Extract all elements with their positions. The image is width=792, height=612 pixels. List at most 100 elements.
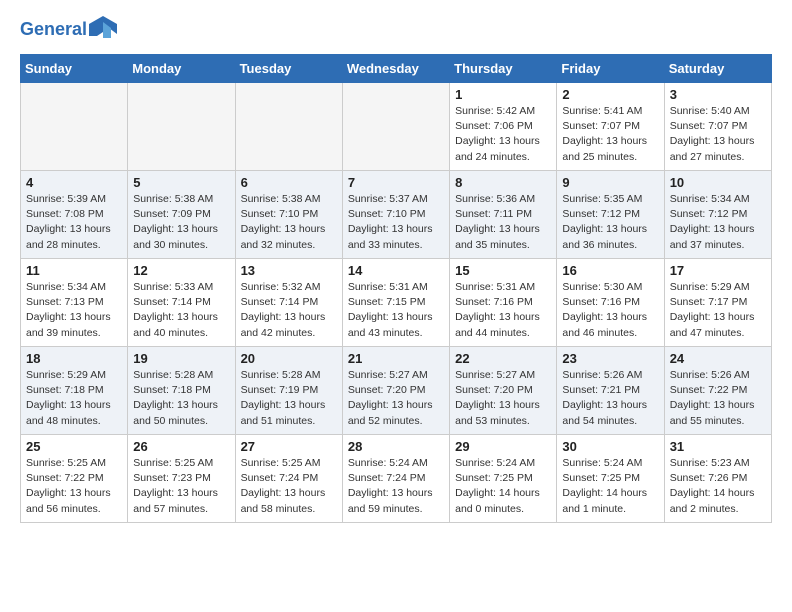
day-info: Sunrise: 5:34 AMSunset: 7:12 PMDaylight:…	[670, 192, 766, 253]
day-info: Sunrise: 5:24 AMSunset: 7:25 PMDaylight:…	[455, 456, 551, 517]
day-info: Sunrise: 5:25 AMSunset: 7:22 PMDaylight:…	[26, 456, 122, 517]
day-number: 8	[455, 175, 551, 190]
day-info: Sunrise: 5:37 AMSunset: 7:10 PMDaylight:…	[348, 192, 444, 253]
day-info: Sunrise: 5:31 AMSunset: 7:15 PMDaylight:…	[348, 280, 444, 341]
week-row-3: 11 Sunrise: 5:34 AMSunset: 7:13 PMDayligh…	[21, 259, 772, 347]
day-info: Sunrise: 5:34 AMSunset: 7:13 PMDaylight:…	[26, 280, 122, 341]
day-cell: 3 Sunrise: 5:40 AMSunset: 7:07 PMDaylight…	[664, 83, 771, 171]
day-cell: 9Sunrise: 5:35 AMSunset: 7:12 PMDaylight…	[557, 171, 664, 259]
day-number: 19	[133, 351, 229, 366]
day-cell: 10 Sunrise: 5:34 AMSunset: 7:12 PMDayligh…	[664, 171, 771, 259]
logo-text: General	[20, 20, 87, 40]
day-cell: 21Sunrise: 5:27 AMSunset: 7:20 PMDayligh…	[342, 347, 449, 435]
day-number: 12	[133, 263, 229, 278]
day-number: 21	[348, 351, 444, 366]
day-number: 20	[241, 351, 337, 366]
day-info: Sunrise: 5:40 AMSunset: 7:07 PMDaylight:…	[670, 104, 766, 165]
day-cell: 2 Sunrise: 5:41 AMSunset: 7:07 PMDaylight…	[557, 83, 664, 171]
day-cell: 19 Sunrise: 5:28 AMSunset: 7:18 PMDayligh…	[128, 347, 235, 435]
day-info: Sunrise: 5:36 AMSunset: 7:11 PMDaylight:…	[455, 192, 551, 253]
day-number: 27	[241, 439, 337, 454]
day-number: 31	[670, 439, 766, 454]
day-number: 3	[670, 87, 766, 102]
day-cell: 8 Sunrise: 5:36 AMSunset: 7:11 PMDaylight…	[450, 171, 557, 259]
day-number: 9	[562, 175, 658, 190]
day-cell: 26 Sunrise: 5:25 AMSunset: 7:23 PMDayligh…	[128, 435, 235, 523]
day-info: Sunrise: 5:38 AMSunset: 7:09 PMDaylight:…	[133, 192, 229, 253]
day-number: 4	[26, 175, 122, 190]
day-cell: 11 Sunrise: 5:34 AMSunset: 7:13 PMDayligh…	[21, 259, 128, 347]
day-cell: 29 Sunrise: 5:24 AMSunset: 7:25 PMDayligh…	[450, 435, 557, 523]
day-number: 24	[670, 351, 766, 366]
day-info: Sunrise: 5:28 AMSunset: 7:19 PMDaylight:…	[241, 368, 337, 429]
logo: General	[20, 16, 117, 44]
weekday-tuesday: Tuesday	[235, 55, 342, 83]
day-number: 23	[562, 351, 658, 366]
day-cell: 17 Sunrise: 5:29 AMSunset: 7:17 PMDayligh…	[664, 259, 771, 347]
day-cell: 22 Sunrise: 5:27 AMSunset: 7:20 PMDayligh…	[450, 347, 557, 435]
week-row-4: 18Sunrise: 5:29 AMSunset: 7:18 PMDayligh…	[21, 347, 772, 435]
page: General SundayMondayTuesdayWednesdayThur…	[0, 0, 792, 539]
header: General	[20, 16, 772, 44]
day-number: 29	[455, 439, 551, 454]
day-cell: 7 Sunrise: 5:37 AMSunset: 7:10 PMDaylight…	[342, 171, 449, 259]
day-info: Sunrise: 5:25 AMSunset: 7:23 PMDaylight:…	[133, 456, 229, 517]
day-number: 22	[455, 351, 551, 366]
day-number: 7	[348, 175, 444, 190]
day-info: Sunrise: 5:24 AMSunset: 7:25 PMDaylight:…	[562, 456, 658, 517]
day-info: Sunrise: 5:41 AMSunset: 7:07 PMDaylight:…	[562, 104, 658, 165]
weekday-wednesday: Wednesday	[342, 55, 449, 83]
day-info: Sunrise: 5:31 AMSunset: 7:16 PMDaylight:…	[455, 280, 551, 341]
day-info: Sunrise: 5:33 AMSunset: 7:14 PMDaylight:…	[133, 280, 229, 341]
calendar-table: SundayMondayTuesdayWednesdayThursdayFrid…	[20, 54, 772, 523]
day-number: 28	[348, 439, 444, 454]
day-number: 13	[241, 263, 337, 278]
day-number: 14	[348, 263, 444, 278]
day-info: Sunrise: 5:23 AMSunset: 7:26 PMDaylight:…	[670, 456, 766, 517]
day-info: Sunrise: 5:25 AMSunset: 7:24 PMDaylight:…	[241, 456, 337, 517]
day-cell: 28 Sunrise: 5:24 AMSunset: 7:24 PMDayligh…	[342, 435, 449, 523]
day-info: Sunrise: 5:32 AMSunset: 7:14 PMDaylight:…	[241, 280, 337, 341]
week-row-1: 1Sunrise: 5:42 AMSunset: 7:06 PMDaylight…	[21, 83, 772, 171]
day-number: 17	[670, 263, 766, 278]
weekday-saturday: Saturday	[664, 55, 771, 83]
day-cell: 20 Sunrise: 5:28 AMSunset: 7:19 PMDayligh…	[235, 347, 342, 435]
day-cell: 24Sunrise: 5:26 AMSunset: 7:22 PMDayligh…	[664, 347, 771, 435]
weekday-thursday: Thursday	[450, 55, 557, 83]
day-cell: 15Sunrise: 5:31 AMSunset: 7:16 PMDayligh…	[450, 259, 557, 347]
day-info: Sunrise: 5:29 AMSunset: 7:17 PMDaylight:…	[670, 280, 766, 341]
day-cell: 13 Sunrise: 5:32 AMSunset: 7:14 PMDayligh…	[235, 259, 342, 347]
day-cell: 12 Sunrise: 5:33 AMSunset: 7:14 PMDayligh…	[128, 259, 235, 347]
day-cell: 30Sunrise: 5:24 AMSunset: 7:25 PMDayligh…	[557, 435, 664, 523]
day-cell	[21, 83, 128, 171]
day-cell: 18Sunrise: 5:29 AMSunset: 7:18 PMDayligh…	[21, 347, 128, 435]
day-info: Sunrise: 5:39 AMSunset: 7:08 PMDaylight:…	[26, 192, 122, 253]
day-cell	[235, 83, 342, 171]
weekday-friday: Friday	[557, 55, 664, 83]
weekday-monday: Monday	[128, 55, 235, 83]
day-info: Sunrise: 5:42 AMSunset: 7:06 PMDaylight:…	[455, 104, 551, 165]
day-number: 26	[133, 439, 229, 454]
week-row-5: 25 Sunrise: 5:25 AMSunset: 7:22 PMDayligh…	[21, 435, 772, 523]
day-info: Sunrise: 5:27 AMSunset: 7:20 PMDaylight:…	[455, 368, 551, 429]
day-cell: 6 Sunrise: 5:38 AMSunset: 7:10 PMDaylight…	[235, 171, 342, 259]
day-cell: 4 Sunrise: 5:39 AMSunset: 7:08 PMDaylight…	[21, 171, 128, 259]
day-info: Sunrise: 5:24 AMSunset: 7:24 PMDaylight:…	[348, 456, 444, 517]
day-number: 6	[241, 175, 337, 190]
day-cell	[128, 83, 235, 171]
day-info: Sunrise: 5:30 AMSunset: 7:16 PMDaylight:…	[562, 280, 658, 341]
day-cell: 16 Sunrise: 5:30 AMSunset: 7:16 PMDayligh…	[557, 259, 664, 347]
day-cell	[342, 83, 449, 171]
day-number: 2	[562, 87, 658, 102]
day-info: Sunrise: 5:28 AMSunset: 7:18 PMDaylight:…	[133, 368, 229, 429]
day-cell: 5Sunrise: 5:38 AMSunset: 7:09 PMDaylight…	[128, 171, 235, 259]
day-number: 25	[26, 439, 122, 454]
day-number: 16	[562, 263, 658, 278]
day-number: 18	[26, 351, 122, 366]
day-info: Sunrise: 5:26 AMSunset: 7:21 PMDaylight:…	[562, 368, 658, 429]
logo-icon	[89, 16, 117, 44]
day-info: Sunrise: 5:38 AMSunset: 7:10 PMDaylight:…	[241, 192, 337, 253]
day-number: 11	[26, 263, 122, 278]
day-number: 10	[670, 175, 766, 190]
week-row-2: 4 Sunrise: 5:39 AMSunset: 7:08 PMDaylight…	[21, 171, 772, 259]
